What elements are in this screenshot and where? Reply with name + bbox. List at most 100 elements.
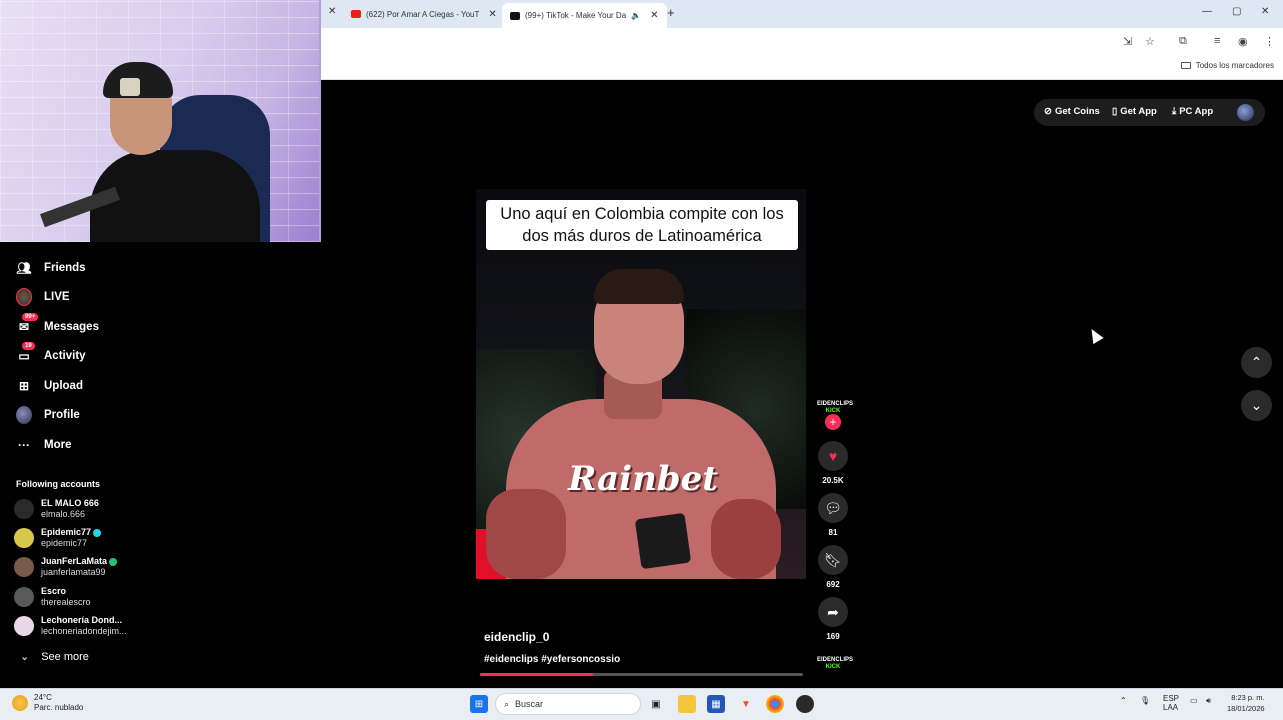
sidebar-item-label: Profile bbox=[44, 409, 80, 421]
previous-video-button[interactable]: ⌃ bbox=[1241, 347, 1272, 378]
store-icon[interactable]: ▦ bbox=[707, 695, 725, 713]
tab-tiktok[interactable]: (99+) TikTok - Make Your Da 🔈 ✕ bbox=[502, 3, 667, 28]
comment-button[interactable]: 💬︎ bbox=[818, 493, 848, 523]
speaker-icon[interactable]: 🔈 bbox=[631, 11, 641, 20]
microphone-icon[interactable]: 🎙︎ bbox=[1140, 696, 1150, 705]
close-tab-icon[interactable]: ✕ bbox=[328, 6, 336, 17]
app-icon[interactable] bbox=[796, 695, 814, 713]
avatar bbox=[14, 499, 34, 519]
creator-avatar[interactable]: EIDENCLIPS KICK bbox=[817, 401, 853, 415]
phone-icon: ▯ bbox=[1112, 106, 1118, 117]
see-more-button[interactable]: ⌄ See more bbox=[20, 650, 89, 664]
like-button[interactable]: ♥ bbox=[818, 441, 848, 471]
video-progress-fill bbox=[480, 673, 594, 676]
account-name: EL MALO 666 bbox=[41, 498, 99, 508]
menu-icon[interactable]: ⋮ bbox=[1264, 35, 1275, 48]
sound-badge-text: EIDENCLIPS bbox=[817, 657, 854, 663]
get-coins-button[interactable]: ⊘ Get Coins bbox=[1044, 106, 1100, 117]
file-explorer-icon[interactable] bbox=[678, 695, 696, 713]
tray-expand-icon[interactable]: ⌃ bbox=[1120, 696, 1127, 705]
account-handle: epidemic77 bbox=[41, 538, 88, 548]
sound-badge-kick: KICK bbox=[825, 664, 841, 670]
share-button[interactable]: ➦ bbox=[818, 597, 848, 627]
see-more-label: See more bbox=[41, 650, 89, 663]
language-indicator[interactable]: ESP LAA bbox=[1163, 694, 1179, 712]
pc-app-button[interactable]: ⤓ PC App bbox=[1172, 106, 1213, 117]
minimize-icon[interactable]: — bbox=[1202, 6, 1212, 17]
close-tab-icon[interactable]: ✕ bbox=[650, 10, 658, 21]
verified-icon bbox=[109, 557, 118, 566]
chevron-down-icon: ⌄ bbox=[20, 651, 30, 663]
profile-icon[interactable]: ◉ bbox=[1238, 35, 1248, 48]
sidebar-item-profile[interactable]: Profile bbox=[16, 406, 80, 424]
get-app-label: Get App bbox=[1120, 106, 1157, 117]
video-hashtags[interactable]: #eidenclips #yefersoncossio bbox=[484, 654, 620, 665]
sidebar-item-messages[interactable]: ✉︎ 99+ Messages bbox=[16, 313, 99, 335]
folder-icon bbox=[1180, 62, 1191, 69]
next-video-button[interactable]: ⌄ bbox=[1241, 390, 1272, 421]
get-app-button[interactable]: ▯ Get App bbox=[1112, 106, 1157, 117]
close-window-icon[interactable]: ✕ bbox=[1261, 6, 1269, 17]
video-progress-bar[interactable] bbox=[480, 673, 803, 676]
following-account[interactable]: JuanFerLaMata juanferlamata99 bbox=[14, 556, 118, 578]
weather-widget[interactable]: 24°C Parc. nublado bbox=[12, 693, 83, 713]
follow-plus-icon[interactable]: + bbox=[825, 414, 841, 430]
star-icon[interactable]: ☆ bbox=[1145, 35, 1155, 48]
sidebar-item-friends[interactable]: 👥︎ Friends bbox=[16, 260, 85, 276]
sidebar-item-label: More bbox=[44, 439, 72, 451]
new-tab-icon[interactable]: + bbox=[667, 5, 675, 20]
following-account[interactable]: Escro therealescro bbox=[14, 586, 91, 608]
network-icon[interactable]: ▭ bbox=[1190, 696, 1198, 705]
bookmarks-label: Todos los marcadores bbox=[1195, 61, 1274, 70]
avatar bbox=[14, 528, 34, 548]
avatar bbox=[14, 557, 34, 577]
extensions-icon[interactable]: ⧉ bbox=[1179, 35, 1187, 48]
account-name: Lechonería Dond... bbox=[41, 615, 123, 625]
heart-icon: ♥ bbox=[828, 448, 838, 464]
user-avatar[interactable] bbox=[1237, 104, 1254, 121]
save-button[interactable]: 🔖︎ bbox=[818, 545, 848, 575]
maximize-icon[interactable]: ▢ bbox=[1232, 6, 1241, 17]
account-handle: therealescro bbox=[41, 597, 91, 607]
chrome-icon[interactable] bbox=[766, 695, 784, 713]
sidebar-item-label: Activity bbox=[44, 350, 86, 362]
sidebar-item-label: Upload bbox=[44, 380, 83, 392]
weather-condition: Parc. nublado bbox=[34, 703, 84, 712]
messages-icon: ✉︎ 99+ bbox=[16, 313, 39, 335]
sound-disc[interactable]: EIDENCLIPS KICK bbox=[817, 657, 854, 671]
following-account[interactable]: Epidemic77 epidemic77 bbox=[14, 527, 102, 549]
system-clock[interactable]: 8:23 p. m. 18/01/2026 bbox=[1227, 692, 1265, 714]
save-count: 692 bbox=[826, 580, 840, 589]
windows-start-icon[interactable]: ⊞ bbox=[470, 695, 488, 713]
account-handle: juanferlamata99 bbox=[41, 567, 106, 577]
webcam-overlay bbox=[0, 0, 321, 242]
following-account[interactable]: Lechonería Dond... lechoneriadondejim... bbox=[14, 615, 127, 637]
sidebar-item-activity[interactable]: ▭ 19 Activity bbox=[16, 342, 86, 364]
verified-icon bbox=[93, 528, 102, 537]
brave-icon[interactable]: ▼ bbox=[737, 695, 755, 713]
taskbar-search[interactable]: ⌕ Buscar bbox=[495, 693, 641, 715]
sidebar-item-upload[interactable]: ⊞ Upload bbox=[16, 378, 83, 394]
account-name: JuanFerLaMata bbox=[41, 556, 108, 566]
tab-youtube[interactable]: (622) Por Amar A Ciegas - YouT ✕ bbox=[343, 4, 505, 24]
pc-app-label: PC App bbox=[1179, 106, 1214, 117]
following-account[interactable]: EL MALO 666 elmalo.666 bbox=[14, 498, 99, 520]
media-icon[interactable]: ≡ bbox=[1214, 35, 1220, 47]
tiktok-icon bbox=[510, 11, 520, 20]
download-icon: ⤓ bbox=[1172, 106, 1177, 117]
profile-avatar bbox=[16, 406, 32, 424]
shirt-logo: Rainbet bbox=[568, 459, 718, 499]
video-author[interactable]: eidenclip_0 bbox=[484, 630, 549, 644]
sidebar-item-more[interactable]: ··· More bbox=[16, 437, 71, 453]
close-tab-icon[interactable]: ✕ bbox=[488, 9, 496, 20]
task-view-icon[interactable]: ▣ bbox=[647, 695, 665, 713]
sidebar-item-live[interactable]: LIVE bbox=[16, 288, 70, 306]
comment-icon: 💬︎ bbox=[824, 499, 842, 516]
sidebar-item-label: LIVE bbox=[44, 291, 70, 303]
temperature: 24°C bbox=[34, 693, 52, 702]
share-icon: ➦ bbox=[827, 603, 839, 620]
install-app-icon[interactable]: ⇲ bbox=[1123, 35, 1132, 48]
volume-icon[interactable]: 🔊︎ bbox=[1206, 696, 1211, 706]
all-bookmarks[interactable]: Todos los marcadores bbox=[1180, 61, 1274, 70]
account-handle: lechoneriadondejim... bbox=[41, 626, 127, 636]
